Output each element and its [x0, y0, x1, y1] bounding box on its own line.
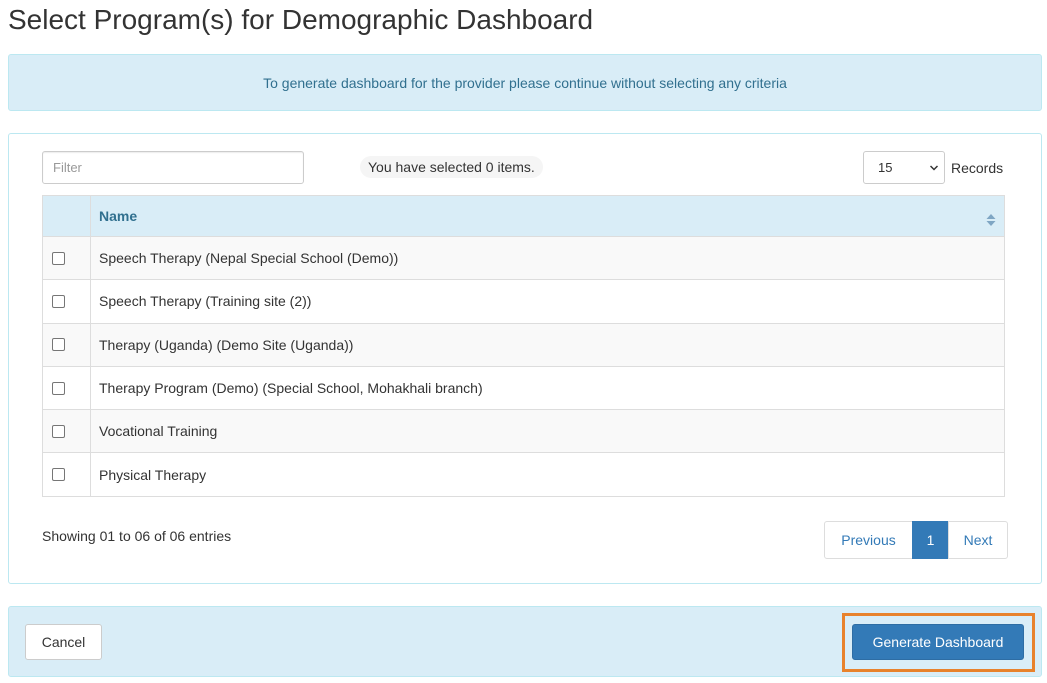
row-name: Vocational Training	[90, 409, 1005, 454]
page-1-button[interactable]: 1	[912, 521, 949, 559]
sort-icon[interactable]	[986, 213, 996, 227]
programs-table: Name Speech Therapy (Nepal Special Schoo…	[42, 195, 1005, 497]
row-checkbox-cell	[42, 322, 91, 367]
row-name: Therapy (Uganda) (Demo Site (Uganda))	[90, 322, 1005, 367]
row-checkbox[interactable]	[52, 468, 65, 482]
info-alert: To generate dashboard for the provider p…	[8, 54, 1042, 111]
next-page-button[interactable]: Next	[948, 521, 1008, 559]
entries-info: Showing 01 to 06 of 06 entries	[42, 528, 232, 544]
previous-page-button[interactable]: Previous	[824, 521, 913, 559]
row-checkbox[interactable]	[52, 294, 65, 308]
records-per-page: 15 Records	[863, 151, 1003, 184]
table-header-row: Name	[42, 195, 1005, 237]
table-row[interactable]: Speech Therapy (Nepal Special School (De…	[42, 235, 1005, 281]
records-label: Records	[951, 159, 1004, 176]
action-bar: Cancel Generate Dashboard	[8, 606, 1042, 677]
table-row[interactable]: Therapy Program (Demo) (Special School, …	[42, 365, 1005, 411]
row-checkbox[interactable]	[52, 338, 65, 352]
filter-input[interactable]	[42, 151, 304, 184]
cancel-button[interactable]: Cancel	[25, 624, 102, 660]
name-column-label: Name	[99, 208, 138, 224]
row-checkbox[interactable]	[52, 381, 65, 395]
row-name: Speech Therapy (Training site (2))	[90, 279, 1005, 324]
generate-dashboard-button[interactable]: Generate Dashboard	[852, 624, 1024, 660]
selected-count-label: You have selected 0 items.	[360, 156, 543, 178]
pagination: Previous 1 Next	[824, 521, 1008, 559]
row-checkbox-cell	[42, 409, 91, 454]
table-row[interactable]: Physical Therapy	[42, 452, 1005, 497]
programs-panel: You have selected 0 items. 15 Records Na…	[8, 133, 1042, 584]
row-checkbox-cell	[42, 235, 91, 281]
table-row[interactable]: Therapy (Uganda) (Demo Site (Uganda))	[42, 322, 1005, 367]
row-checkbox-cell	[42, 365, 91, 411]
row-name: Therapy Program (Demo) (Special School, …	[90, 365, 1005, 411]
row-name: Speech Therapy (Nepal Special School (De…	[90, 235, 1005, 281]
records-select[interactable]: 15	[863, 151, 945, 184]
table-row[interactable]: Vocational Training	[42, 409, 1005, 454]
name-column-header[interactable]: Name	[90, 195, 1005, 237]
records-select-value: 15	[878, 160, 893, 175]
page-title: Select Program(s) for Demographic Dashbo…	[8, 4, 594, 35]
select-column-header	[42, 195, 91, 237]
row-name: Physical Therapy	[90, 452, 1005, 497]
table-row[interactable]: Speech Therapy (Training site (2))	[42, 279, 1005, 324]
info-alert-message: To generate dashboard for the provider p…	[263, 74, 787, 91]
row-checkbox[interactable]	[52, 424, 65, 438]
chevron-down-icon	[930, 165, 938, 171]
row-checkbox-cell	[42, 279, 91, 324]
row-checkbox[interactable]	[52, 251, 65, 265]
row-checkbox-cell	[42, 452, 91, 497]
